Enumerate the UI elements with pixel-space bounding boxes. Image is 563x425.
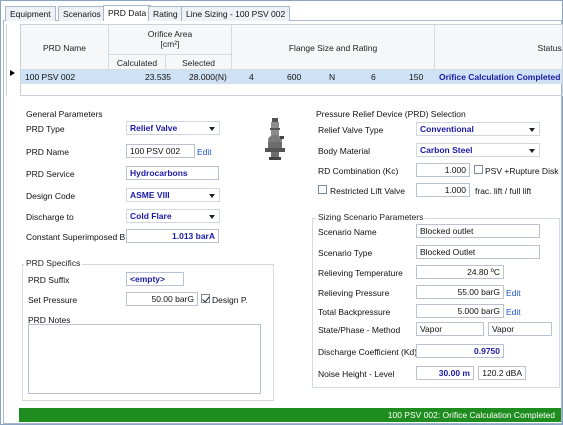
relief-valve-icon [265,118,285,160]
chevron-down-icon [209,215,215,219]
prd-grid: PRD Name Orifice Area [cm²] Calculated S… [20,24,563,96]
scenario-name-input[interactable]: Blocked outlet [416,224,540,238]
state-phase-label: State/Phase - Method [318,325,401,335]
cell-flange-3: N [329,72,336,82]
prd-name-edit-link[interactable]: Edit [197,147,212,157]
prd-name-input[interactable]: 100 PSV 002 [126,144,195,158]
sizing-scenario-title: Sizing Scenario Parameters [316,212,426,222]
noise-height-level-label: Noise Height - Level [318,369,395,379]
prd-type-select[interactable]: Relief Valve [126,121,220,135]
prd-name-label: PRD Name [26,147,69,157]
prd-service-label: PRD Service [26,169,75,179]
valve-type-label: Relief Valve Type [318,125,384,135]
tab-line-sizing[interactable]: Line Sizing - 100 PSV 002 [181,6,291,22]
chevron-down-icon [209,127,215,131]
state-phase-input-1[interactable]: Vapor [416,322,484,336]
chevron-down-icon [529,128,535,132]
tab-bar: Equipment Scenarios PRD Data Rating Line… [3,3,562,22]
design-p-label: Design P. [212,295,248,305]
noise-level-input[interactable]: 120.2 dBA [478,366,526,380]
cell-status: Orifice Calculation Completed [439,72,561,82]
orifice-area-unit: [cm²] [160,39,180,49]
col-header-orifice-area: Orifice Area [cm²] [109,25,232,55]
valve-type-select[interactable]: Conventional [416,122,540,136]
discharge-to-value: Cold Flare [130,211,172,221]
discharge-coefficient-input[interactable]: 0.9750 [416,344,504,358]
set-pressure-label: Set Pressure [28,295,78,305]
state-phase-input-2[interactable]: Vapor [488,322,552,336]
restricted-lift-checkbox[interactable] [318,185,327,194]
total-backpressure-label: Total Backpressure [318,307,391,317]
design-p-checkbox[interactable] [201,294,210,303]
chevron-down-icon [209,194,215,198]
body-material-label: Body Material [318,146,370,156]
table-row[interactable]: 100 PSV 002 23.535 28.000(N) 4 600 N 6 1… [21,70,562,84]
discharge-coefficient-label: Discharge Coefficient (Kd) [318,347,418,357]
current-row-arrow-icon [10,70,15,76]
rd-combination-input[interactable]: 1.000 [416,163,470,177]
set-pressure-input[interactable]: 50.00 barG [126,292,198,306]
noise-height-input[interactable]: 30.00 m [416,366,474,380]
cell-flange-2: 600 [287,72,302,82]
tab-scenarios[interactable]: Scenarios [58,6,106,22]
design-code-label: Design Code [26,191,76,201]
col-header-selected[interactable]: Selected [166,55,232,70]
body-material-select[interactable]: Carbon Steel [416,143,540,157]
general-parameters-title: General Parameters [26,109,103,119]
prd-suffix-label: PRD Suffix [28,275,70,285]
orifice-area-label: Orifice Area [147,29,193,39]
cell-calculated: 23.535 [145,72,171,82]
col-header-status[interactable]: Status/ [435,25,562,70]
relieving-pressure-label: Relieving Pressure [318,288,390,298]
design-code-select[interactable]: ASME VIII [126,188,220,202]
row-header-gutter [6,24,20,96]
cell-prd-name: 100 PSV 002 [25,72,76,82]
prd-data-panel: PRD Name Orifice Area [cm²] Calculated S… [3,21,563,424]
tab-rating[interactable]: Rating [148,6,183,22]
superimposed-bp-input[interactable]: 1.013 barA [126,229,219,243]
rd-combination-label: RD Combination (Kc) [318,166,399,176]
psv-rupture-disk-checkbox[interactable] [474,165,483,174]
psv-rupture-disk-label: PSV +Rupture Disk [485,166,559,176]
body-material-value: Carbon Steel [420,145,473,155]
tab-prd-data[interactable]: PRD Data [103,5,152,22]
cell-flange-1: 4 [249,72,254,82]
discharge-to-label: Discharge to [26,212,74,222]
col-header-prd-name[interactable]: PRD Name [21,25,109,70]
col-header-calculated[interactable]: Calculated [109,55,166,70]
prd-notes-textarea[interactable] [28,324,261,394]
app-window: Equipment Scenarios PRD Data Rating Line… [0,0,563,425]
scenario-type-label: Scenario Type [318,248,373,258]
prd-suffix-input[interactable]: <empty> [126,272,184,286]
scenario-type-input[interactable]: Blocked Outlet [416,245,540,259]
cell-flange-4: 6 [371,72,376,82]
relieving-pressure-input[interactable]: 55.00 barG [416,285,504,299]
prd-selection-title: Pressure Relief Device (PRD) Selection [316,109,466,119]
restricted-lift-label: Restricted Lift Valve [330,186,405,196]
cell-selected: 28.000(N) [189,72,227,82]
restricted-lift-input[interactable]: 1.000 [416,183,470,197]
tab-equipment[interactable]: Equipment [5,6,56,22]
prd-specifics-title: PRD Specifics [24,258,83,268]
superimposed-bp-label: Constant Superimposed BP [26,232,131,242]
relieving-temperature-label: Relieving Temperature [318,268,403,278]
total-backpressure-input[interactable]: 5.000 barG [416,304,504,318]
prd-type-value: Relief Valve [130,123,178,133]
prd-type-label: PRD Type [26,124,65,134]
discharge-to-select[interactable]: Cold Flare [126,209,220,223]
cell-flange-5: 150 [409,72,424,82]
chevron-down-icon [529,149,535,153]
scenario-name-label: Scenario Name [318,227,377,237]
relieving-pressure-edit-link[interactable]: Edit [506,288,521,298]
valve-type-value: Conventional [420,124,474,134]
sizing-scenario-group [312,218,560,388]
frac-lift-label: frac. lift / full lift [475,186,532,196]
status-bar: 100 PSV 002: Orifice Calculation Complet… [19,408,561,422]
relieving-temperature-input[interactable]: 24.80 ºC [416,265,504,279]
total-backpressure-edit-link[interactable]: Edit [506,307,521,317]
design-code-value: ASME VIII [130,190,170,200]
col-header-flange[interactable]: Flange Size and Rating [232,25,435,70]
prd-service-input[interactable]: Hydrocarbons [126,166,219,180]
